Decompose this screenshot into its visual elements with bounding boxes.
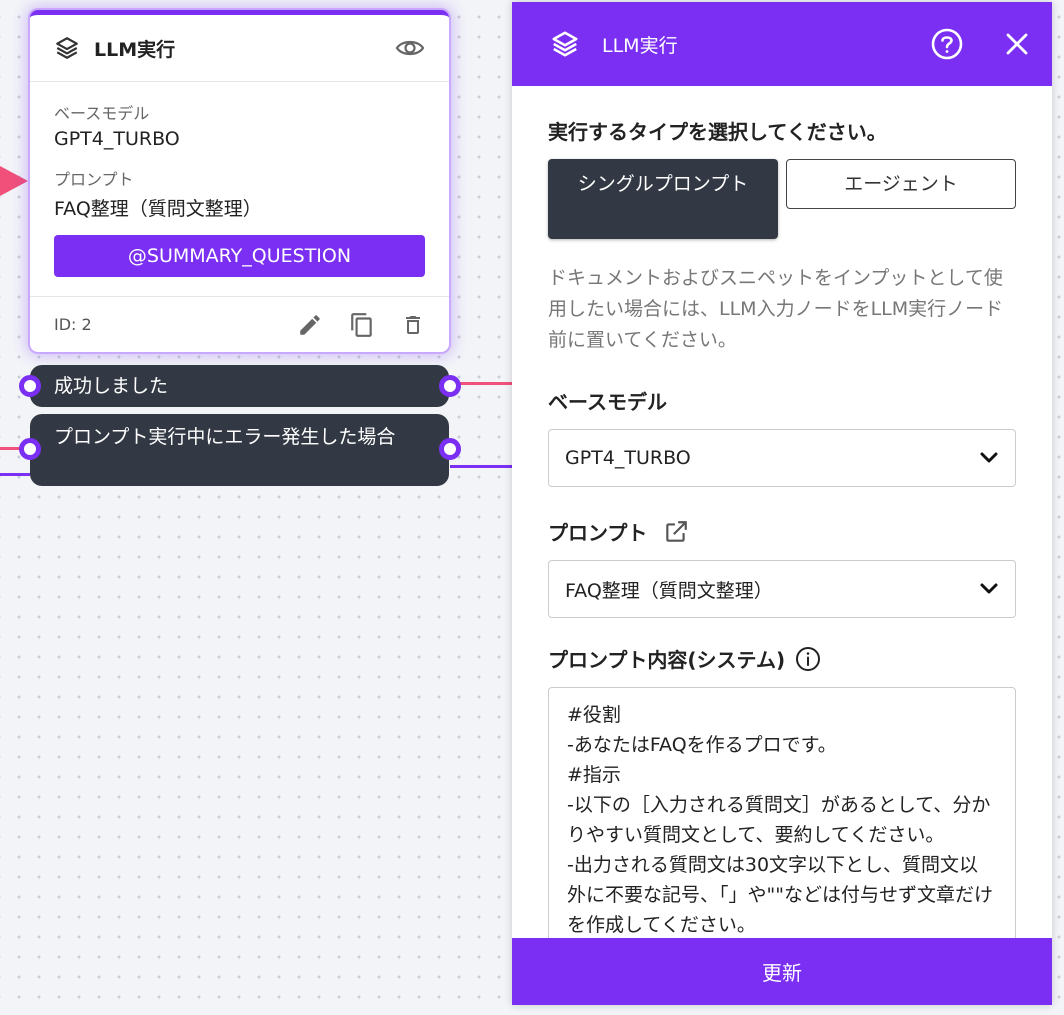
prompt-label: プロンプト <box>54 170 134 189</box>
prompt-select[interactable]: FAQ整理（質問文整理） <box>548 560 1016 618</box>
error-edge-line <box>450 465 512 468</box>
incoming-edge-line <box>0 473 30 476</box>
type-single-prompt-button[interactable]: シングルプロンプト <box>548 159 778 239</box>
chevron-down-icon <box>979 582 999 596</box>
node-id: ID: 2 <box>54 315 92 334</box>
base-model-section-label: ベースモデル <box>548 390 667 414</box>
help-circle-icon[interactable] <box>930 27 964 61</box>
info-icon[interactable] <box>795 646 821 672</box>
node-header: LLM実行 <box>30 15 449 82</box>
base-model-label: ベースモデル <box>54 104 150 123</box>
node-footer: ID: 2 <box>30 296 449 352</box>
external-link-icon[interactable] <box>663 519 689 545</box>
base-model-value: GPT4_TURBO <box>54 128 180 150</box>
output-error: プロンプト実行中にエラー発生した場合 <box>30 414 449 486</box>
error-output-port[interactable] <box>439 438 461 460</box>
base-model-select[interactable]: GPT4_TURBO <box>548 429 1016 487</box>
incoming-edge-arrow <box>0 166 28 196</box>
prompt-content-textarea[interactable]: #役割 -あなたはFAQを作るプロです。 #指示 -以下の［入力される質問文］が… <box>548 687 1016 977</box>
copy-icon[interactable] <box>349 311 375 339</box>
update-button[interactable]: 更新 <box>512 938 1052 1005</box>
output-error-label: プロンプト実行中にエラー発生した場合 <box>54 426 396 448</box>
success-output-port[interactable] <box>439 375 461 397</box>
prompt-content-label: プロンプト内容(システム) <box>548 648 786 672</box>
variable-tag: @SUMMARY_QUESTION <box>54 235 425 277</box>
error-input-port[interactable] <box>19 438 41 460</box>
success-input-port[interactable] <box>19 375 41 397</box>
input-hint-text: ドキュメントおよびスニペットをインプットとして使用したい場合には、LLM入力ノー… <box>548 267 1004 351</box>
chevron-down-icon <box>979 451 999 465</box>
layers-icon <box>54 35 80 61</box>
node-title: LLM実行 <box>94 38 176 61</box>
prompt-section-label: プロンプト <box>548 521 648 545</box>
layers-icon <box>550 29 580 59</box>
eye-icon[interactable] <box>395 37 425 59</box>
type-question-label: 実行するタイプを選択してください。 <box>548 120 887 144</box>
type-agent-button[interactable]: エージェント <box>786 159 1016 209</box>
prompt-value: FAQ整理（質問文整理） <box>54 198 262 220</box>
prompt-selected: FAQ整理（質問文整理） <box>565 579 773 602</box>
base-model-selected: GPT4_TURBO <box>565 447 691 469</box>
close-icon[interactable] <box>1004 31 1030 57</box>
trash-icon[interactable] <box>401 312 425 338</box>
prompt-content-header: プロンプト内容(システム) <box>548 644 1016 673</box>
panel-title: LLM実行 <box>602 34 678 57</box>
output-success: 成功しました <box>30 365 449 407</box>
prompt-section-header: プロンプト <box>548 517 1016 546</box>
panel-header: LLM実行 <box>512 2 1052 86</box>
type-selector: シングルプロンプト エージェント <box>548 159 1016 239</box>
pencil-icon[interactable] <box>297 312 323 338</box>
output-success-label: 成功しました <box>54 375 169 397</box>
llm-settings-panel: LLM実行 実行するタイプを選択してください。 シングルプロンプト エージェント… <box>512 2 1052 1005</box>
llm-node-card[interactable]: LLM実行 ベースモデル GPT4_TURBO プロンプト FAQ整理（質問文整… <box>30 10 449 352</box>
